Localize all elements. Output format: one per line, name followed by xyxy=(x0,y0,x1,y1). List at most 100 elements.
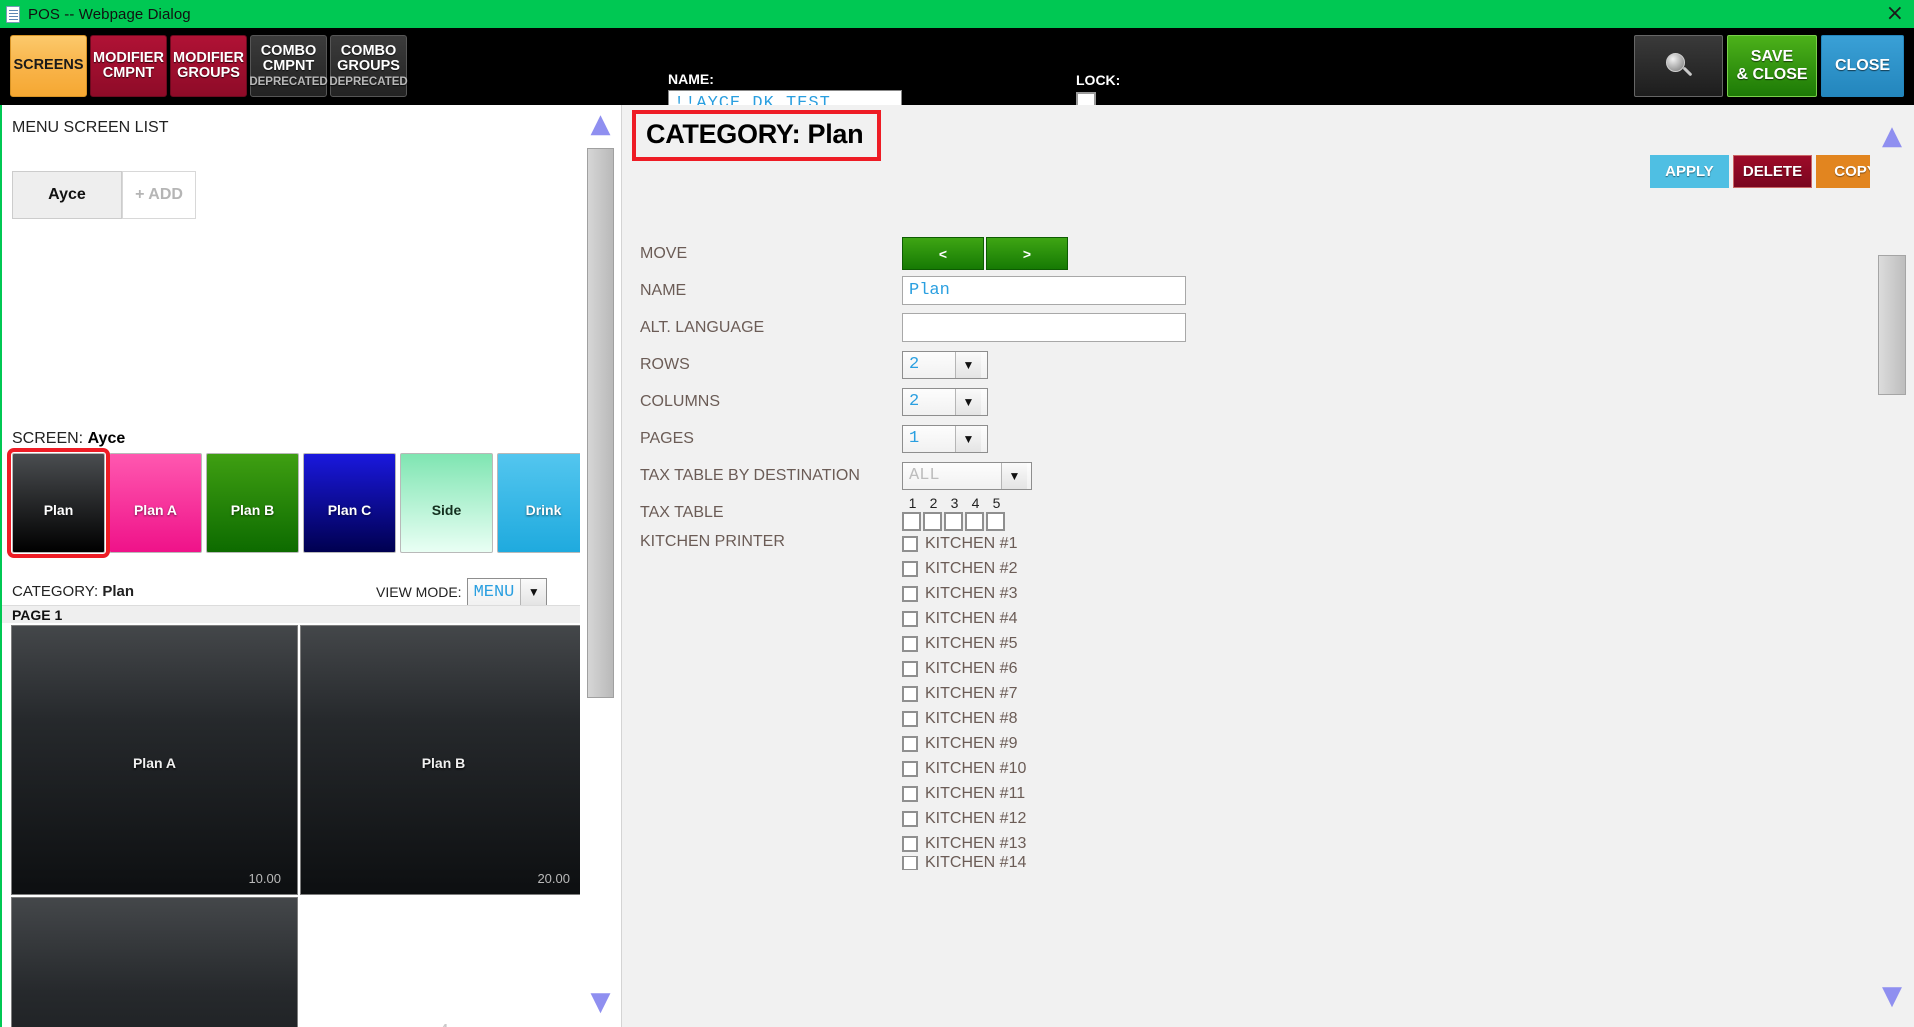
screen-chip-ayce[interactable]: Ayce xyxy=(12,171,122,219)
menu-tile[interactable]: Plan B 20.00 xyxy=(300,625,581,895)
chevron-down-icon: ▼ xyxy=(955,425,981,452)
kitchen-printer-checkbox[interactable] xyxy=(902,660,918,677)
category-label: CATEGORY: Plan xyxy=(12,583,134,600)
kitchen-printer-option[interactable]: KITCHEN #3 xyxy=(902,581,1026,606)
move-next-button[interactable]: > xyxy=(986,237,1068,270)
kitchen-printer-checkbox[interactable] xyxy=(902,735,918,752)
move-prev-button[interactable]: < xyxy=(902,237,984,270)
category-label-prefix: CATEGORY: xyxy=(12,583,103,600)
kitchen-printer-checkbox[interactable] xyxy=(902,585,918,602)
left-scrollbar-thumb[interactable] xyxy=(587,148,614,698)
kitchen-printer-option[interactable]: KITCHEN #13 xyxy=(902,831,1026,856)
add-screen-button[interactable]: + ADD xyxy=(122,171,196,219)
right-scrollbar-thumb[interactable] xyxy=(1878,255,1906,395)
menu-item-grid: Plan A 10.00 Plan B 20.00 Plan C 4 xyxy=(11,625,581,1027)
tab-modifier-cmpnt[interactable]: MODIFIER CMPNT xyxy=(90,35,167,97)
kitchen-printer-checkbox[interactable] xyxy=(902,760,918,777)
rows-select[interactable]: 2 ▼ xyxy=(902,350,988,379)
kitchen-printer-option[interactable]: KITCHEN #7 xyxy=(902,681,1026,706)
add-screen-label: + ADD xyxy=(135,186,183,203)
kitchen-printer-option[interactable]: KITCHEN #2 xyxy=(902,556,1026,581)
category-button-plan[interactable]: Plan xyxy=(7,448,110,558)
apply-button[interactable]: APPLY xyxy=(1650,155,1729,188)
close-icon[interactable]: × xyxy=(1886,2,1904,26)
category-button-plan-b[interactable]: Plan B xyxy=(206,453,299,553)
category-button-side[interactable]: Side xyxy=(400,453,493,553)
category-name-input[interactable] xyxy=(902,276,1186,305)
alt-language-input[interactable] xyxy=(902,313,1186,342)
category-button-plan-a[interactable]: Plan A xyxy=(109,453,202,553)
view-mode-select[interactable]: MENU ▼ xyxy=(466,578,548,606)
tab-combo-cmpnt[interactable]: COMBO CMPNT DEPRECATED xyxy=(249,35,328,97)
tab-modifier-groups[interactable]: MODIFIER GROUPS xyxy=(170,35,247,97)
search-button[interactable] xyxy=(1634,35,1723,97)
toolbar-actions: SAVE & CLOSE CLOSE xyxy=(1634,35,1904,97)
pages-value: 1 xyxy=(909,429,920,448)
category-button-plan-c[interactable]: Plan C xyxy=(303,453,396,553)
kitchen-printer-option[interactable]: KITCHEN #14 xyxy=(902,856,1026,870)
tax-table-checkbox-4[interactable] xyxy=(965,511,984,531)
right-panel-scrollbar[interactable]: ▲ ▼ xyxy=(1870,105,1914,1027)
kitchen-printer-option-label: KITCHEN #13 xyxy=(925,834,1027,852)
kitchen-printer-option[interactable]: KITCHEN #12 xyxy=(902,806,1026,831)
kitchen-printer-option-label: KITCHEN #10 xyxy=(925,759,1027,777)
tax-destination-select[interactable]: ALL ▼ xyxy=(902,461,1032,490)
tax-table-number: 1 xyxy=(908,494,917,511)
kitchen-printer-option[interactable]: KITCHEN #11 xyxy=(902,781,1026,806)
tab-modifier-groups-line1: MODIFIER xyxy=(173,49,244,66)
tab-screens[interactable]: SCREENS xyxy=(10,35,87,97)
kitchen-printer-checkbox[interactable] xyxy=(902,710,918,727)
kitchen-printer-option[interactable]: KITCHEN #9 xyxy=(902,731,1026,756)
chevron-up-icon[interactable]: ▲ xyxy=(1882,123,1902,149)
columns-label: COLUMNS xyxy=(640,392,721,410)
tab-combo-cmpnt-deprecated: DEPRECATED xyxy=(249,75,328,88)
kitchen-printer-checkbox[interactable] xyxy=(902,856,918,870)
view-mode-group: VIEW MODE: MENU ▼ xyxy=(376,578,548,606)
form-row-kitchen-printer: KITCHEN PRINTER KITCHEN #1 KITCHEN #2 KI… xyxy=(622,531,1914,870)
chevron-down-icon[interactable]: ▼ xyxy=(591,989,611,1015)
close-button[interactable]: CLOSE xyxy=(1821,35,1904,97)
menu-tile[interactable]: Plan C xyxy=(11,897,298,1027)
kitchen-printer-checkbox[interactable] xyxy=(902,560,918,577)
form-row-rows: ROWS 2 ▼ xyxy=(622,346,1914,383)
menu-tile-empty[interactable]: 4 xyxy=(300,897,581,1027)
kitchen-printer-option-label: KITCHEN #6 xyxy=(925,659,1018,677)
alt-language-label: ALT. LANGUAGE xyxy=(640,318,765,336)
kitchen-printer-checkbox[interactable] xyxy=(902,610,918,627)
category-button-drink[interactable]: Drink xyxy=(497,453,590,553)
kitchen-printer-option[interactable]: KITCHEN #4 xyxy=(902,606,1026,631)
tab-modifier-groups-line2: GROUPS xyxy=(177,65,240,81)
chevron-up-icon[interactable]: ▲ xyxy=(591,111,611,137)
tab-combo-cmpnt-line1: COMBO xyxy=(260,43,317,60)
kitchen-printer-option[interactable]: KITCHEN #5 xyxy=(902,631,1026,656)
kitchen-printer-checkbox[interactable] xyxy=(902,785,918,802)
delete-button[interactable]: DELETE xyxy=(1733,155,1812,188)
tax-table-checkbox-5[interactable] xyxy=(986,511,1005,531)
left-panel-scrollbar[interactable]: ▲ ▼ xyxy=(580,105,622,1027)
kitchen-printer-label: KITCHEN PRINTER xyxy=(640,533,785,550)
delete-button-label: DELETE xyxy=(1742,163,1803,180)
tax-table-checkbox-2[interactable] xyxy=(923,511,942,531)
kitchen-printer-option[interactable]: KITCHEN #1 xyxy=(902,531,1026,556)
chevron-down-icon[interactable]: ▼ xyxy=(1882,983,1902,1009)
menu-tile[interactable]: Plan A 10.00 xyxy=(11,625,298,895)
kitchen-printer-checkbox[interactable] xyxy=(902,535,918,552)
kitchen-printer-checkbox[interactable] xyxy=(902,835,918,852)
kitchen-printer-checkbox[interactable] xyxy=(902,685,918,702)
kitchen-printer-option[interactable]: KITCHEN #6 xyxy=(902,656,1026,681)
kitchen-printer-checkbox[interactable] xyxy=(902,635,918,652)
kitchen-printer-checkbox[interactable] xyxy=(902,810,918,827)
kitchen-printer-option-label: KITCHEN #14 xyxy=(925,856,1027,870)
pages-select[interactable]: 1 ▼ xyxy=(902,424,988,453)
tax-table-checkbox-1[interactable] xyxy=(902,511,921,531)
save-and-close-button[interactable]: SAVE & CLOSE xyxy=(1727,35,1817,97)
kitchen-printer-option[interactable]: KITCHEN #10 xyxy=(902,756,1026,781)
tax-table-checkbox-3[interactable] xyxy=(944,511,963,531)
tab-combo-groups[interactable]: COMBO GROUPS DEPRECATED xyxy=(329,35,408,97)
kitchen-printer-option[interactable]: KITCHEN #8 xyxy=(902,706,1026,731)
category-button-row: Plan Plan A Plan B Plan C Side Drink xyxy=(7,448,590,558)
tab-combo-cmpnt-line2: CMPNT xyxy=(262,58,315,75)
menu-screen-list: Ayce + ADD xyxy=(12,171,196,219)
columns-select[interactable]: 2 ▼ xyxy=(902,387,988,416)
tax-table-numbers: 1 2 3 4 5 xyxy=(902,495,1007,511)
